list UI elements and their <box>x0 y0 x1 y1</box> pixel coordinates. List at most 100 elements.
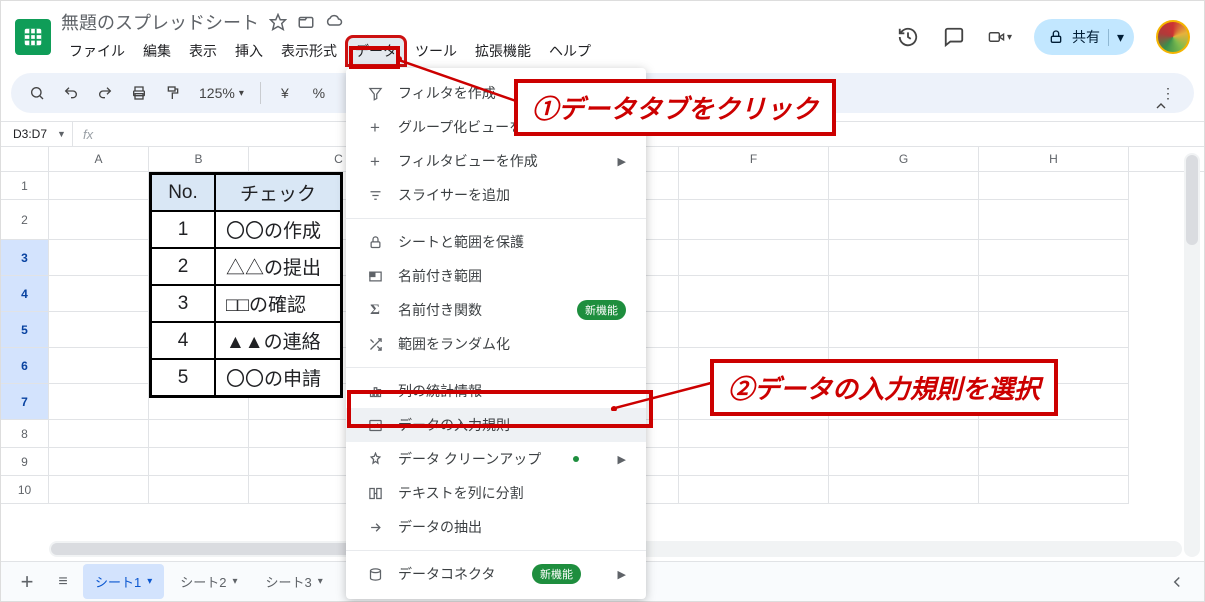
cell[interactable] <box>979 200 1129 240</box>
menu-help[interactable]: ヘルプ <box>541 37 599 65</box>
zoom-selector[interactable]: 125%▾ <box>193 79 250 107</box>
add-sheet-button[interactable]: + <box>11 566 43 598</box>
share-button[interactable]: 共有 ▾ <box>1034 19 1134 55</box>
sheet-tab[interactable]: シート2▾ <box>168 564 249 599</box>
meet-icon[interactable]: ▾ <box>988 25 1012 49</box>
cell[interactable] <box>829 476 979 504</box>
sheet-tab[interactable]: シート3▾ <box>254 564 335 599</box>
cell[interactable] <box>979 240 1129 276</box>
cell[interactable] <box>49 276 149 312</box>
all-sheets-button[interactable]: ≡ <box>47 566 79 598</box>
menu-item[interactable]: +フィルタビューを作成▶ <box>346 144 646 178</box>
cell[interactable] <box>49 348 149 384</box>
row-header[interactable]: 5 <box>1 312 49 348</box>
cell[interactable] <box>49 384 149 420</box>
redo-icon[interactable] <box>91 79 119 107</box>
row-header[interactable]: 9 <box>1 448 49 476</box>
cell[interactable] <box>829 240 979 276</box>
cell[interactable] <box>979 276 1129 312</box>
cell[interactable] <box>829 276 979 312</box>
cell[interactable] <box>679 448 829 476</box>
row-header[interactable]: 8 <box>1 420 49 448</box>
chevron-down-icon[interactable]: ▾ <box>147 576 152 587</box>
cell[interactable] <box>829 200 979 240</box>
history-icon[interactable] <box>896 25 920 49</box>
menu-tools[interactable]: ツール <box>407 37 465 65</box>
cell[interactable] <box>679 476 829 504</box>
menu-file[interactable]: ファイル <box>61 37 133 65</box>
star-icon[interactable] <box>269 13 287 31</box>
menu-item[interactable]: Σ名前付き関数新機能 <box>346 293 646 327</box>
comment-icon[interactable] <box>942 25 966 49</box>
cell[interactable] <box>829 312 979 348</box>
account-avatar[interactable] <box>1156 20 1190 54</box>
menu-extensions[interactable]: 拡張機能 <box>467 37 539 65</box>
cell[interactable] <box>49 448 149 476</box>
column-header[interactable]: G <box>829 147 979 171</box>
menu-format[interactable]: 表示形式 <box>273 37 345 65</box>
chevron-down-icon[interactable]: ▾ <box>233 576 238 587</box>
menu-edit[interactable]: 編集 <box>135 37 179 65</box>
cell[interactable] <box>49 476 149 504</box>
cell[interactable] <box>979 448 1129 476</box>
cell[interactable] <box>679 200 829 240</box>
cell[interactable] <box>49 200 149 240</box>
row-header[interactable]: 2 <box>1 200 49 240</box>
cell[interactable] <box>679 240 829 276</box>
menu-item[interactable]: 名前付き範囲 <box>346 259 646 293</box>
cell[interactable] <box>679 276 829 312</box>
column-header[interactable]: A <box>49 147 149 171</box>
document-title[interactable]: 無題のスプレッドシート <box>61 9 259 35</box>
paint-format-icon[interactable] <box>159 79 187 107</box>
sheet-tab[interactable]: シート1▾ <box>83 564 164 599</box>
cell[interactable] <box>979 312 1129 348</box>
menu-item[interactable]: スライサーを追加 <box>346 178 646 212</box>
undo-icon[interactable] <box>57 79 85 107</box>
menu-item[interactable]: データ クリーンアップ▶ <box>346 442 646 476</box>
search-icon[interactable] <box>23 79 51 107</box>
cell[interactable] <box>679 312 829 348</box>
chevron-down-icon[interactable]: ▾ <box>318 576 323 587</box>
cell[interactable] <box>979 420 1129 448</box>
menu-insert[interactable]: 挿入 <box>227 37 271 65</box>
cell[interactable] <box>49 172 149 200</box>
cell[interactable] <box>979 476 1129 504</box>
menu-item[interactable]: テキストを列に分割 <box>346 476 646 510</box>
move-to-drive-icon[interactable] <box>297 13 315 31</box>
column-header[interactable]: B <box>149 147 249 171</box>
collapse-toolbar-icon[interactable] <box>1148 93 1174 119</box>
print-icon[interactable] <box>125 79 153 107</box>
row-header[interactable]: 7 <box>1 384 49 420</box>
menu-item[interactable]: データコネクタ新機能▶ <box>346 557 646 591</box>
cell[interactable] <box>149 420 249 448</box>
cell[interactable] <box>149 448 249 476</box>
cell[interactable] <box>49 312 149 348</box>
cell[interactable] <box>679 420 829 448</box>
cell[interactable] <box>979 172 1129 200</box>
cell[interactable] <box>829 448 979 476</box>
side-panel-toggle[interactable] <box>1160 568 1194 596</box>
column-header[interactable]: F <box>679 147 829 171</box>
select-all-corner[interactable] <box>1 147 49 171</box>
cell[interactable] <box>829 172 979 200</box>
sheets-logo[interactable] <box>15 19 51 55</box>
menu-item[interactable]: シートと範囲を保護 <box>346 225 646 259</box>
cell[interactable] <box>829 420 979 448</box>
currency-button[interactable]: ¥ <box>271 79 299 107</box>
cloud-status-icon[interactable] <box>325 13 343 31</box>
name-box[interactable]: D3:D7 ▼ <box>1 122 73 146</box>
column-header[interactable]: H <box>979 147 1129 171</box>
cell[interactable] <box>679 172 829 200</box>
row-header[interactable]: 1 <box>1 172 49 200</box>
percent-button[interactable]: % <box>305 79 333 107</box>
cell[interactable] <box>49 420 149 448</box>
chevron-down-icon[interactable]: ▾ <box>1108 29 1124 46</box>
scroll-thumb[interactable] <box>1186 155 1198 245</box>
cell[interactable] <box>49 240 149 276</box>
menu-view[interactable]: 表示 <box>181 37 225 65</box>
vertical-scrollbar[interactable] <box>1184 153 1200 557</box>
row-header[interactable]: 4 <box>1 276 49 312</box>
row-header[interactable]: 6 <box>1 348 49 384</box>
menu-item[interactable]: データの抽出 <box>346 510 646 544</box>
row-header[interactable]: 10 <box>1 476 49 504</box>
